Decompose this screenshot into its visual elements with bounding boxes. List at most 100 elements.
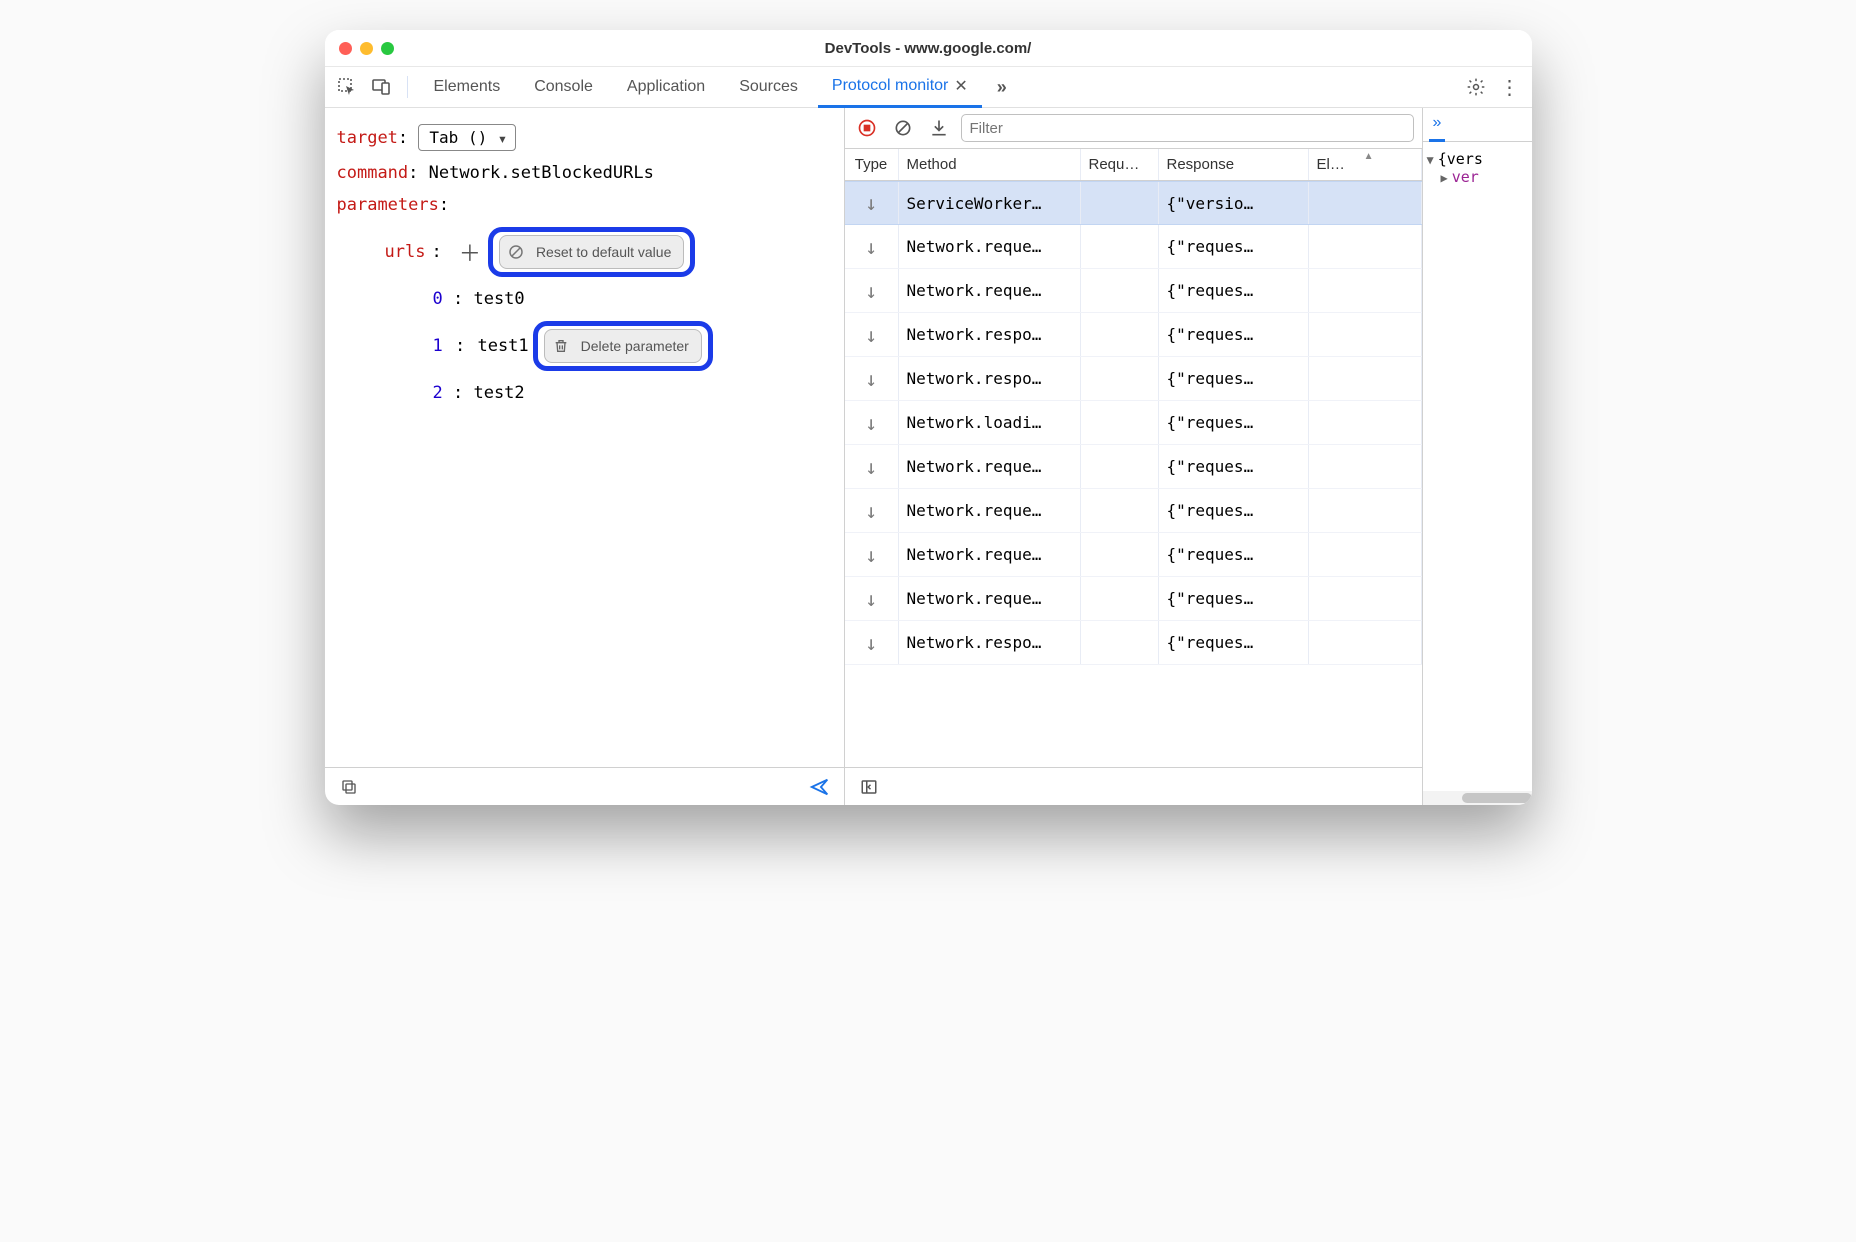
arrow-down-icon: ↓ <box>853 191 890 215</box>
cell-elapsed <box>1309 533 1422 576</box>
more-tabs-icon[interactable]: » <box>988 73 1016 101</box>
toggle-sidebar-button[interactable] <box>855 773 883 801</box>
table-row[interactable]: ↓Network.reque…{"reques… <box>845 533 1422 577</box>
col-request[interactable]: Requ… <box>1081 149 1159 180</box>
monitor-toolbar <box>845 108 1422 149</box>
cell-request <box>1081 577 1159 620</box>
add-url-button[interactable]: ＋ <box>458 240 482 264</box>
sort-caret-icon: ▲ <box>1364 151 1374 162</box>
arrow-down-icon: ↓ <box>853 323 890 347</box>
cell-elapsed <box>1309 225 1422 268</box>
expand-icon[interactable]: ▶ <box>1441 171 1448 185</box>
monitor-panel: Type Method Requ… Response El… ▲ ↓Servic… <box>845 108 1532 805</box>
editor-footer <box>325 767 844 805</box>
url-value-1[interactable]: test1 <box>477 336 528 356</box>
copy-icon[interactable] <box>335 773 363 801</box>
cell-request <box>1081 533 1159 576</box>
arrow-down-icon: ↓ <box>853 235 890 259</box>
col-type[interactable]: Type <box>845 149 899 180</box>
table-row[interactable]: ↓Network.respo…{"reques… <box>845 357 1422 401</box>
url-value-2[interactable]: test2 <box>473 383 524 403</box>
cell-elapsed <box>1309 182 1422 224</box>
tab-application[interactable]: Application <box>613 66 719 108</box>
cell-response: {"reques… <box>1159 357 1309 400</box>
target-select[interactable]: Tab () <box>418 124 516 151</box>
url-index-1: 1 <box>433 336 443 356</box>
arrow-down-icon: ↓ <box>853 543 890 567</box>
table-row[interactable]: ↓Network.reque…{"reques… <box>845 489 1422 533</box>
details-tree[interactable]: ▼{vers ▶ver <box>1423 142 1532 475</box>
delete-highlight: Delete parameter <box>533 321 713 371</box>
table-row[interactable]: ↓Network.reque…{"reques… <box>845 577 1422 621</box>
command-label: command <box>337 163 409 183</box>
cell-elapsed <box>1309 313 1422 356</box>
command-editor-panel: target: Tab () command: Network.setBlock… <box>325 108 845 805</box>
cell-elapsed <box>1309 621 1422 664</box>
inspect-icon[interactable] <box>333 73 361 101</box>
main-content: target: Tab () command: Network.setBlock… <box>325 108 1532 805</box>
url-index-0: 0 <box>433 289 443 309</box>
table-header: Type Method Requ… Response El… ▲ <box>845 149 1422 181</box>
cell-request <box>1081 225 1159 268</box>
tab-protocol-monitor[interactable]: Protocol monitor ✕ <box>818 66 982 108</box>
clear-button[interactable] <box>889 114 917 142</box>
arrow-down-icon: ↓ <box>853 411 890 435</box>
command-value[interactable]: Network.setBlockedURLs <box>429 163 654 183</box>
device-toolbar-icon[interactable] <box>367 73 395 101</box>
table-row[interactable]: ↓Network.respo…{"reques… <box>845 621 1422 665</box>
cell-method: Network.reque… <box>899 225 1081 268</box>
monitor-footer <box>845 767 1422 805</box>
trash-icon <box>549 334 573 358</box>
cell-request <box>1081 489 1159 532</box>
devtools-window: DevTools - www.google.com/ Elements Cons… <box>325 30 1532 805</box>
col-response[interactable]: Response <box>1159 149 1309 180</box>
tab-sources[interactable]: Sources <box>725 66 812 108</box>
table-row[interactable]: ↓Network.reque…{"reques… <box>845 445 1422 489</box>
table-body[interactable]: ↓ServiceWorker…{"versio…↓Network.reque…{… <box>845 181 1422 767</box>
tab-console[interactable]: Console <box>520 66 607 108</box>
download-button[interactable] <box>925 114 953 142</box>
cell-response: {"reques… <box>1159 225 1309 268</box>
cell-method: Network.respo… <box>899 621 1081 664</box>
table-row[interactable]: ↓Network.reque…{"reques… <box>845 269 1422 313</box>
url-value-0[interactable]: test0 <box>473 289 524 309</box>
titlebar: DevTools - www.google.com/ <box>325 30 1532 66</box>
cell-method: Network.reque… <box>899 577 1081 620</box>
send-command-button[interactable] <box>806 773 834 801</box>
cell-elapsed <box>1309 269 1422 312</box>
delete-parameter-button[interactable]: Delete parameter <box>544 329 702 363</box>
expand-icon[interactable]: ▼ <box>1427 153 1434 167</box>
main-tab-bar: Elements Console Application Sources Pro… <box>325 66 1532 108</box>
arrow-down-icon: ↓ <box>853 499 890 523</box>
cell-response: {"reques… <box>1159 401 1309 444</box>
reset-default-button[interactable]: Reset to default value <box>499 235 684 269</box>
tab-elements[interactable]: Elements <box>420 66 515 108</box>
table-row[interactable]: ↓Network.respo…{"reques… <box>845 313 1422 357</box>
cell-method: Network.reque… <box>899 489 1081 532</box>
kebab-menu-icon[interactable]: ⋮ <box>1496 73 1524 101</box>
details-overflow-button[interactable]: » <box>1429 108 1446 142</box>
cell-request <box>1081 357 1159 400</box>
close-tab-icon[interactable]: ✕ <box>954 76 967 96</box>
url-index-2: 2 <box>433 383 443 403</box>
horizontal-scrollbar[interactable] <box>1423 791 1532 805</box>
cell-request <box>1081 401 1159 444</box>
table-row[interactable]: ↓ServiceWorker…{"versio… <box>845 181 1422 225</box>
cell-method: Network.loadi… <box>899 401 1081 444</box>
cell-elapsed <box>1309 577 1422 620</box>
block-icon <box>504 240 528 264</box>
cell-request <box>1081 313 1159 356</box>
table-row[interactable]: ↓ Network.loadi… {"reques… <box>845 401 1422 445</box>
urls-label: urls <box>385 242 426 262</box>
cell-method: Network.reque… <box>899 269 1081 312</box>
arrow-down-icon: ↓ <box>853 587 890 611</box>
record-button[interactable] <box>853 114 881 142</box>
settings-icon[interactable] <box>1462 73 1490 101</box>
cell-elapsed <box>1309 445 1422 488</box>
filter-input[interactable] <box>961 114 1414 142</box>
cell-method: Network.respo… <box>899 313 1081 356</box>
cell-request <box>1081 182 1159 224</box>
table-row[interactable]: ↓ Network.reque… {"reques… <box>845 225 1422 269</box>
divider <box>407 76 408 98</box>
col-method[interactable]: Method <box>899 149 1081 180</box>
